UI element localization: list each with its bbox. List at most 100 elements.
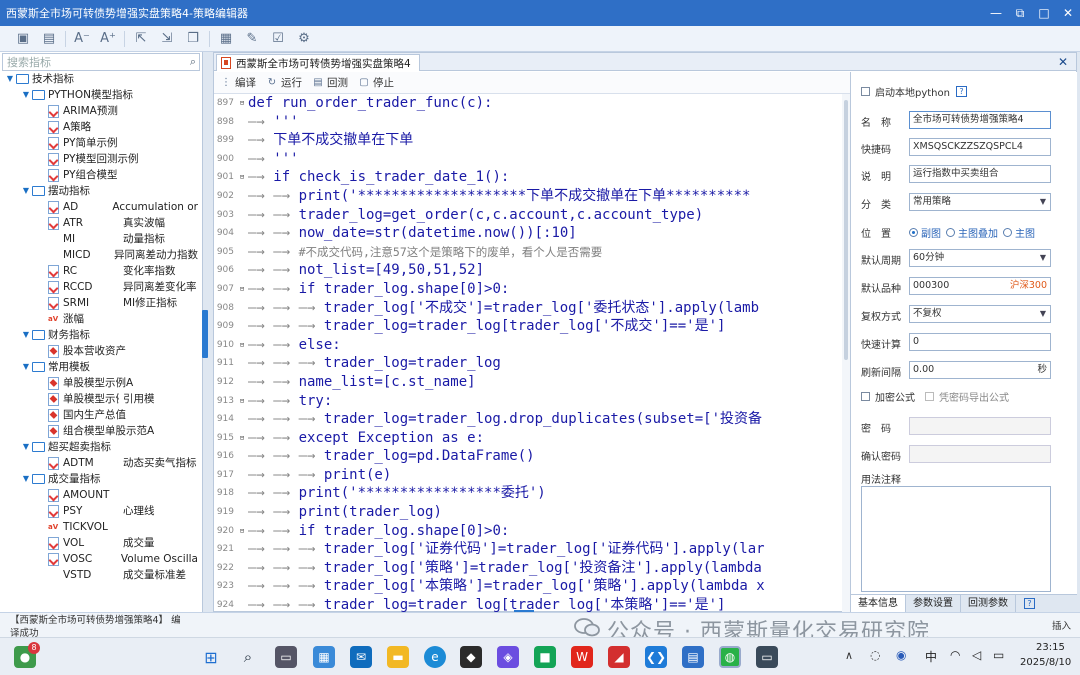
scrollbar-thumb[interactable] (844, 100, 848, 360)
app-icon-mail[interactable]: ✉ (350, 646, 372, 668)
battery-icon[interactable]: ▭ (993, 648, 1004, 662)
encrypt-checkbox[interactable] (861, 392, 870, 401)
tree-item[interactable]: ARIMA预测 (0, 103, 198, 119)
vscode-icon[interactable]: ❮❯ (645, 646, 667, 668)
tree-item[interactable]: PY组合模型 (0, 167, 198, 183)
font-increase-icon[interactable]: A⁺ (95, 28, 121, 50)
tree-item[interactable]: RCCD 异同离差变化率 (0, 279, 198, 295)
expand-icon[interactable]: ▼ (20, 471, 32, 487)
new-icon[interactable]: ▣ (10, 28, 36, 50)
doc-edit-icon[interactable]: ✎ (239, 28, 265, 50)
fold-toggle-icon[interactable]: ⊟ (236, 392, 248, 411)
tree-folder[interactable]: ▼ 摆动指标 (0, 183, 198, 199)
adjust-select[interactable]: 不复权 (909, 305, 1051, 323)
tray-chevron-icon[interactable]: ∧ (845, 649, 853, 662)
tree-folder[interactable]: ▼ 成交量指标 (0, 471, 198, 487)
usage-note-textarea[interactable] (861, 486, 1051, 592)
app-icon-ai[interactable]: ◈ (497, 646, 519, 668)
wps-icon[interactable]: W (571, 646, 593, 668)
radio-main-chart[interactable] (1003, 228, 1012, 237)
fold-toggle-icon[interactable] (236, 224, 248, 243)
fold-toggle-icon[interactable] (236, 503, 248, 522)
search-input[interactable]: 搜索指标 ⌕ (2, 53, 200, 71)
tray-icon-2[interactable]: ◉ (896, 648, 906, 662)
code-line[interactable]: 910 ⊟ —→ —→ else: (214, 336, 842, 355)
tree-item[interactable]: MI 动量指标 (0, 231, 198, 247)
fold-toggle-icon[interactable]: ⊟ (236, 429, 248, 448)
tree-folder[interactable]: ▼ 超买超卖指标 (0, 439, 198, 455)
code-line[interactable]: 900 —→ ''' (214, 150, 842, 169)
left-splitter-handle[interactable] (202, 310, 208, 358)
fold-toggle-icon[interactable]: ⊟ (236, 94, 248, 113)
fold-toggle-icon[interactable] (236, 187, 248, 206)
import-icon[interactable]: ⇱ (128, 28, 154, 50)
expand-icon[interactable]: ▼ (20, 183, 32, 199)
fold-toggle-icon[interactable] (236, 410, 248, 429)
fold-toggle-icon[interactable]: ⊟ (236, 336, 248, 355)
document-tab[interactable]: 西蒙斯全市场可转债势增强实盘策略4 (216, 54, 420, 71)
restore-button[interactable]: ⧉ (1008, 0, 1032, 26)
windows-start-icon[interactable]: ⊞ (200, 646, 222, 668)
local-python-checkbox[interactable] (861, 87, 870, 96)
fold-toggle-icon[interactable]: ⊟ (236, 280, 248, 299)
expand-icon[interactable]: ▼ (20, 439, 32, 455)
tab-param-settings[interactable]: 参数设置 (906, 595, 961, 612)
code-line[interactable]: 906 —→ —→ not_list=[49,50,51,52] (214, 261, 842, 280)
fold-toggle-icon[interactable] (236, 317, 248, 336)
code-line[interactable]: 909 —→ —→ —→ trader_log=trader_log[trader… (214, 317, 842, 336)
tree-item[interactable]: 单股模型示例A (0, 375, 198, 391)
code-line[interactable]: 911 —→ —→ —→ trader_log=trader_log (214, 354, 842, 373)
task-view-icon[interactable]: ▭ (275, 646, 297, 668)
edge-browser-icon[interactable]: e (424, 646, 446, 668)
clock-time[interactable]: 23:15 (1036, 642, 1065, 653)
copy-icon[interactable]: ❐ (180, 28, 206, 50)
tree-folder[interactable]: ▼ 常用模板 (0, 359, 198, 375)
variety-field[interactable]: 000300 沪深300 (909, 277, 1051, 295)
quick-calc-field[interactable]: 0 (909, 333, 1051, 351)
password-field[interactable] (909, 417, 1051, 435)
confirm-password-field[interactable] (909, 445, 1051, 463)
description-field[interactable]: 运行指数中买卖组合 (909, 165, 1051, 183)
close-button[interactable]: ✕ (1056, 0, 1080, 26)
fold-toggle-icon[interactable] (236, 354, 248, 373)
tree-item[interactable]: VSTD 成交量标准差 (0, 567, 198, 583)
category-select[interactable]: 常用策略 (909, 193, 1051, 211)
radio-main-overlay[interactable] (946, 228, 955, 237)
volume-icon[interactable]: ◁ (972, 648, 981, 662)
font-decrease-icon[interactable]: A⁻ (69, 28, 95, 50)
period-select[interactable]: 60分钟 (909, 249, 1051, 267)
tab-backtest-params[interactable]: 回测参数 (961, 595, 1016, 612)
tree-item[interactable]: aV 涨幅 (0, 311, 198, 327)
tree-item[interactable]: AMOUNT (0, 487, 198, 503)
code-line[interactable]: 898 —→ ''' (214, 113, 842, 132)
code-line[interactable]: 914 —→ —→ —→ trader_log=trader_log.drop_d… (214, 410, 842, 429)
minimize-button[interactable]: — (984, 0, 1008, 26)
code-line[interactable]: 917 —→ —→ —→ print(e) (214, 466, 842, 485)
fold-toggle-icon[interactable] (236, 299, 248, 318)
expand-icon[interactable]: ▼ (20, 327, 32, 343)
doc-icon[interactable]: ▦ (213, 28, 239, 50)
shortcut-code-field[interactable]: XMSQSCKZZSZQSPCL4 (909, 138, 1051, 156)
tree-folder[interactable]: ▼ 技术指标 (0, 71, 198, 87)
clock-date[interactable]: 2025/8/10 (1020, 657, 1071, 668)
refresh-interval-field[interactable]: 0.00 秒 (909, 361, 1051, 379)
tray-icon-1[interactable]: ◌ (870, 648, 880, 662)
code-line[interactable]: 919 —→ —→ print(trader_log) (214, 503, 842, 522)
export-icon[interactable]: ⇲ (154, 28, 180, 50)
fold-toggle-icon[interactable]: ⊟ (236, 168, 248, 187)
run-button[interactable]: ↻ 运行 (266, 75, 302, 90)
backtest-button[interactable]: ▤ 回测 (312, 75, 348, 90)
code-editor[interactable]: 897 ⊟ def run_order_trader_func(c): 898 —→ '… (214, 94, 842, 612)
code-line[interactable]: 912 —→ —→ name_list=[c.st_name] (214, 373, 842, 392)
maximize-button[interactable]: □ (1032, 0, 1056, 26)
fold-toggle-icon[interactable] (236, 559, 248, 578)
save-icon[interactable]: ▤ (36, 28, 62, 50)
close-tab-icon[interactable]: ✕ (1058, 55, 1068, 69)
code-line[interactable]: 901 ⊟ —→ if check_is_trader_date_1(): (214, 168, 842, 187)
name-field[interactable]: 全市场可转债势增强策略4 (909, 111, 1051, 129)
code-line[interactable]: 902 —→ —→ print('********************下单不成… (214, 187, 842, 206)
fold-toggle-icon[interactable] (236, 540, 248, 559)
code-line[interactable]: 903 —→ —→ trader_log=get_order(c,c.accoun… (214, 206, 842, 225)
radio-sub-chart[interactable] (909, 228, 918, 237)
settings-icon[interactable]: ⚙ (291, 28, 317, 50)
